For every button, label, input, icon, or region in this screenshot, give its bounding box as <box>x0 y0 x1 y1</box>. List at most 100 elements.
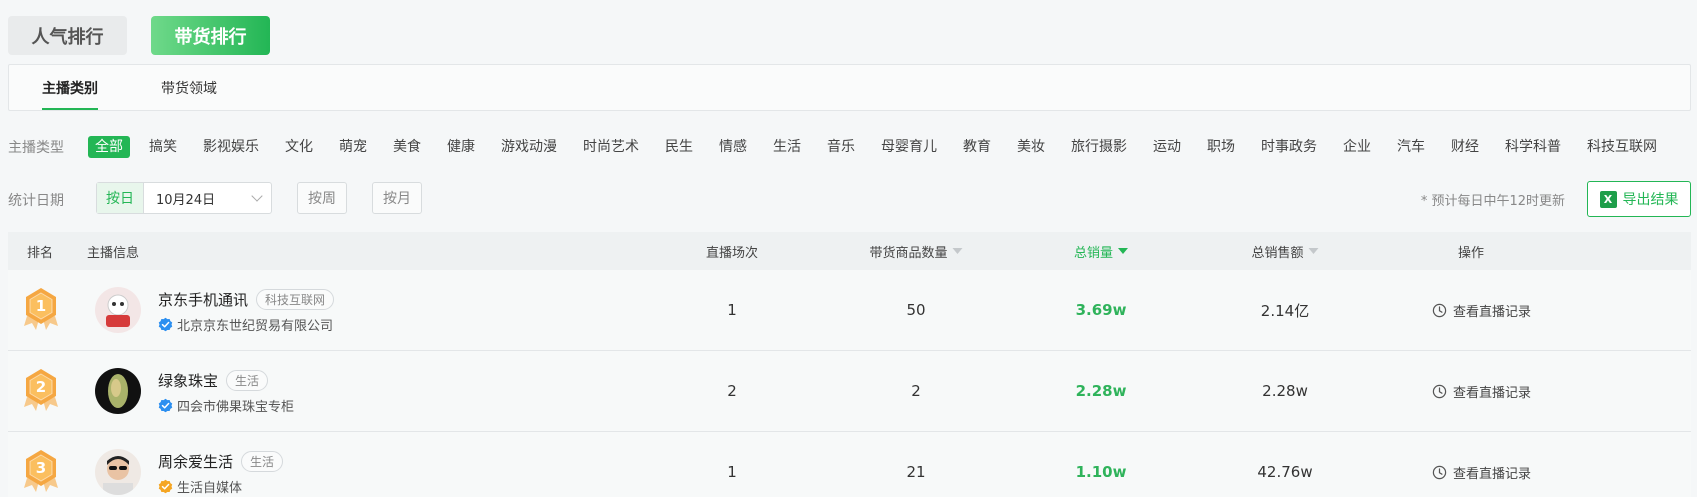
action-label: 查看直播记录 <box>1453 304 1532 320</box>
filter-item[interactable]: 科学科普 <box>1498 136 1568 158</box>
filter-item[interactable]: 情感 <box>712 136 754 158</box>
avatar[interactable] <box>95 368 141 414</box>
date-value: 10月24日 <box>156 192 216 208</box>
medal-icon: 1 <box>24 288 58 330</box>
filter-label: 主播类型 <box>8 140 64 156</box>
header-rank: 排名 <box>27 245 54 261</box>
streamer-name-text: 绿象珠宝 <box>158 372 219 390</box>
medal-icon: 2 <box>24 369 58 411</box>
filter-item[interactable]: 旅行摄影 <box>1064 136 1134 158</box>
filter-item[interactable]: 民生 <box>658 136 700 158</box>
date-group: 按日 10月24日 <box>96 182 272 214</box>
tab-popularity-ranking[interactable]: 人气排行 <box>8 16 127 55</box>
avatar[interactable] <box>95 449 141 495</box>
streamer-name-text: 周余爱生活 <box>158 453 234 471</box>
filter-item[interactable]: 教育 <box>956 136 998 158</box>
company-info: 四会市佛果珠宝专柜 <box>158 396 294 415</box>
filter-item[interactable]: 音乐 <box>820 136 862 158</box>
streamer-name-text: 京东手机通讯 <box>158 291 249 309</box>
streamer-name[interactable]: 周余爱生活 生活 <box>158 451 284 472</box>
clock-icon <box>1432 384 1447 398</box>
date-label: 统计日期 <box>8 193 64 209</box>
filter-item[interactable]: 萌宠 <box>332 136 374 158</box>
sessions-cell: 1 <box>727 463 737 481</box>
filter-item[interactable]: 时尚艺术 <box>576 136 646 158</box>
export-label: 导出结果 <box>1622 192 1679 208</box>
company-name: 四会市佛果珠宝专柜 <box>177 400 295 415</box>
date-picker[interactable]: 10月24日 <box>144 183 271 213</box>
verified-badge-icon <box>158 398 173 413</box>
filter-item[interactable]: 全部 <box>88 136 130 158</box>
company-name: 北京京东世纪贸易有限公司 <box>177 319 334 334</box>
category-tag: 生活 <box>226 370 269 391</box>
filter-item[interactable]: 时事政务 <box>1254 136 1324 158</box>
medal-icon: 3 <box>24 450 58 492</box>
tab-sales-ranking[interactable]: 带货排行 <box>151 16 270 55</box>
filter-item[interactable]: 健康 <box>440 136 482 158</box>
company-info: 生活自媒体 <box>158 477 242 496</box>
header-sales[interactable]: 总销量 <box>1073 232 1129 270</box>
revenue-cell: 42.76w <box>1257 463 1313 481</box>
avatar[interactable] <box>95 287 141 333</box>
header-goods[interactable]: 带货商品数量 <box>869 232 963 270</box>
clock-icon <box>1432 465 1447 479</box>
sessions-cell: 1 <box>727 301 737 319</box>
chevron-down-icon <box>251 190 263 202</box>
export-button[interactable]: X 导出结果 <box>1587 181 1691 217</box>
filter-item[interactable]: 影视娱乐 <box>196 136 266 158</box>
filter-item[interactable]: 科技互联网 <box>1580 136 1664 158</box>
streamer-name[interactable]: 绿象珠宝 生活 <box>158 370 269 391</box>
header-sessions: 直播场次 <box>705 245 759 261</box>
rank-number: 3 <box>36 459 46 477</box>
header-sales-label: 总销量 <box>1073 245 1114 261</box>
update-note: * 预计每日中午12时更新 <box>1420 194 1565 209</box>
excel-icon: X <box>1599 190 1617 208</box>
filter-items: 全部 搞笑 影视娱乐 文化 萌宠 美食 健康 游戏动漫 时尚艺术 民生 情感 生活 音乐 母婴育儿 教育 美妆… <box>88 136 1676 158</box>
ranking-table: 排名 主播信息 直播场次 带货商品数量 总销量 总销售额 操作 1 京东手机通讯… <box>8 232 1691 497</box>
header-action: 操作 <box>1457 245 1485 261</box>
filter-item[interactable]: 汽车 <box>1390 136 1432 158</box>
goods-cell: 2 <box>911 382 921 400</box>
company-name: 生活自媒体 <box>177 481 243 496</box>
header-revenue-label: 总销售额 <box>1251 245 1304 261</box>
by-week-button[interactable]: 按周 <box>297 182 347 214</box>
goods-cell: 21 <box>906 463 926 481</box>
view-live-records-button[interactable]: 查看直播记录 <box>1432 351 1531 431</box>
tab-streamer-category[interactable]: 主播类别 <box>42 65 98 110</box>
revenue-cell: 2.14亿 <box>1260 301 1310 320</box>
streamer-name[interactable]: 京东手机通讯 科技互联网 <box>158 289 335 310</box>
filter-item[interactable]: 运动 <box>1146 136 1188 158</box>
sales-cell: 1.10w <box>1075 463 1127 481</box>
verified-badge-icon <box>158 479 173 494</box>
filter-item[interactable]: 生活 <box>766 136 808 158</box>
filter-item[interactable]: 财经 <box>1444 136 1486 158</box>
table-row: 2 绿象珠宝 生活 四会市佛果珠宝专柜 2 2 2.28w 2.28w 查看直播… <box>8 351 1691 432</box>
sort-down-icon <box>1308 248 1319 254</box>
view-live-records-button[interactable]: 查看直播记录 <box>1432 432 1531 497</box>
table-header: 排名 主播信息 直播场次 带货商品数量 总销量 总销售额 操作 <box>8 232 1691 270</box>
tab-sales-domain[interactable]: 带货领域 <box>161 65 217 110</box>
header-goods-label: 带货商品数量 <box>869 245 948 261</box>
header-revenue[interactable]: 总销售额 <box>1251 232 1319 270</box>
filter-item[interactable]: 美妆 <box>1010 136 1052 158</box>
table-row: 3 周余爱生活 生活 生活自媒体 1 21 1.10w 42.76w 查看直播记… <box>8 432 1691 497</box>
sales-cell: 3.69w <box>1075 301 1127 319</box>
ranking-tabs: 人气排行 带货排行 <box>8 16 270 55</box>
filter-item[interactable]: 文化 <box>278 136 320 158</box>
filter-item[interactable]: 企业 <box>1336 136 1378 158</box>
streamer-type-filter: 主播类型 全部 搞笑 影视娱乐 文化 萌宠 美食 健康 游戏动漫 时尚艺术 民生 情感 生活 音乐 母婴育… <box>8 136 1676 158</box>
table-row: 1 京东手机通讯 科技互联网 北京京东世纪贸易有限公司 1 50 3.69w 2… <box>8 270 1691 351</box>
action-label: 查看直播记录 <box>1453 385 1532 401</box>
filter-item[interactable]: 职场 <box>1200 136 1242 158</box>
verified-badge-icon <box>158 317 173 332</box>
filter-item[interactable]: 美食 <box>386 136 428 158</box>
by-month-button[interactable]: 按月 <box>372 182 422 214</box>
view-live-records-button[interactable]: 查看直播记录 <box>1432 270 1531 350</box>
sort-down-icon <box>952 248 963 254</box>
filter-item[interactable]: 母婴育儿 <box>874 136 944 158</box>
filter-item[interactable]: 搞笑 <box>142 136 184 158</box>
filter-item[interactable]: 游戏动漫 <box>494 136 564 158</box>
sales-cell: 2.28w <box>1075 382 1127 400</box>
by-day-button[interactable]: 按日 <box>97 183 144 213</box>
category-tag: 生活 <box>241 451 284 472</box>
